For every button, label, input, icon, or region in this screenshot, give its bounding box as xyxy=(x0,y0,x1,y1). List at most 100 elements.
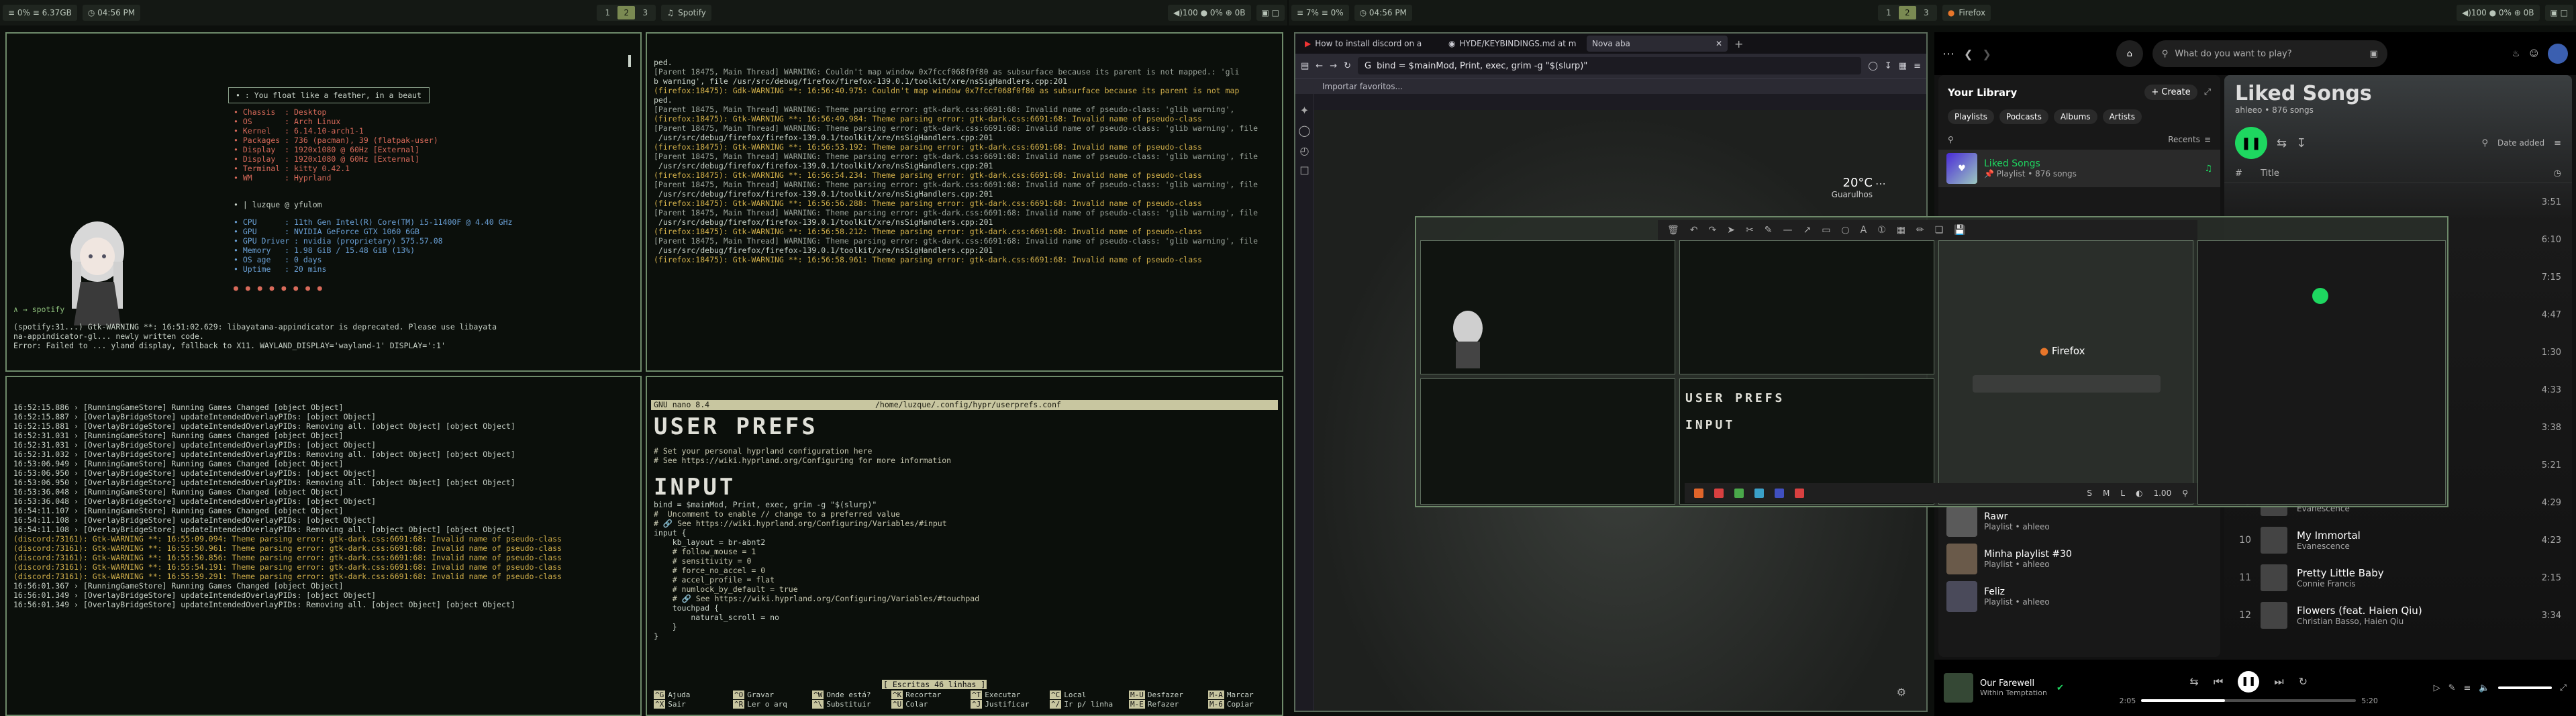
queue-icon[interactable]: ≡ xyxy=(2463,683,2471,693)
sidebar-icons[interactable]: ✦ ◯ ◴ ☐ xyxy=(1295,101,1314,181)
redo-icon[interactable]: ↷ xyxy=(1709,225,1717,236)
download-icon[interactable]: ↧ xyxy=(1885,61,1892,71)
color-swatch[interactable] xyxy=(1734,489,1744,498)
track-artist[interactable]: Christian Basso, Haien Qiu xyxy=(2297,617,2525,626)
library-item-liked-songs[interactable]: ♥ Liked Songs 📌 Playlist • 876 songs ♫ xyxy=(1938,150,2220,187)
previous-icon[interactable]: ⏮ xyxy=(2214,675,2223,688)
search-icon[interactable]: ⚲ xyxy=(2481,138,2488,148)
color-swatch[interactable] xyxy=(1754,489,1764,498)
arrow-icon[interactable]: ↗ xyxy=(1803,225,1811,236)
now-playing-view-icon[interactable]: ▷ xyxy=(2434,683,2440,693)
filter-artists[interactable]: Artists xyxy=(2102,109,2142,124)
size-large[interactable]: L xyxy=(2120,489,2125,498)
track-row[interactable]: 3:51 xyxy=(2224,183,2572,221)
number-icon[interactable]: ① xyxy=(1877,225,1886,236)
home-icon[interactable]: ⌂ xyxy=(2116,40,2143,67)
workspace-2[interactable]: 2 xyxy=(617,6,636,19)
rectangle-icon[interactable]: ▭ xyxy=(1822,225,1830,236)
audio-network-stats[interactable]: ◀)100 ● 0% ⊕ 0B xyxy=(2457,5,2540,21)
close-icon[interactable]: ✕ xyxy=(1716,39,1722,48)
tab-discord-guide[interactable]: ▶ How to install discord on a xyxy=(1299,36,1440,52)
nano-shortcut[interactable]: ^/Ir p/ linha xyxy=(1050,700,1117,709)
tab-keybindings[interactable]: ◉ HYDE/KEYBINDINGS.md at m xyxy=(1443,36,1584,52)
nano-shortcut[interactable]: ^O Gravar xyxy=(733,691,800,700)
marker-icon[interactable]: ✏ xyxy=(1916,225,1924,236)
notifications-icon[interactable]: ♨ xyxy=(2512,49,2520,59)
clock[interactable]: ◷ 04:56 PM xyxy=(82,5,141,21)
nano-shortcut[interactable]: M-6 Copiar xyxy=(1208,700,1275,709)
nano-body[interactable]: # Uncomment to enable // change to a pre… xyxy=(654,509,1275,641)
search-input[interactable]: ⚲ What do you want to play? ▣ xyxy=(2152,40,2387,67)
pen-icon[interactable]: ✎ xyxy=(1765,225,1773,236)
color-swatch[interactable] xyxy=(1775,489,1784,498)
now-playing-cover[interactable] xyxy=(1944,673,1973,703)
text-icon[interactable]: A xyxy=(1861,225,1867,236)
nano-shortcut[interactable]: ^K Recortar xyxy=(891,691,958,700)
undo-icon[interactable]: ↶ xyxy=(1690,225,1698,236)
next-icon[interactable]: ⏭ xyxy=(2274,675,2283,688)
library-item[interactable]: Rawr Playlist • ahleeo xyxy=(1938,503,2220,540)
liked-check-icon[interactable]: ✔ xyxy=(2057,683,2064,693)
color-swatch[interactable] xyxy=(1795,489,1804,498)
filter-playlists[interactable]: Playlists xyxy=(1948,109,1994,124)
weather-widget[interactable]: 20°C Guarulhos xyxy=(1832,176,1873,199)
nano-shortcut[interactable]: ^W Onde está? xyxy=(812,691,879,700)
workspace-3[interactable]: 3 xyxy=(636,6,654,19)
terminal-discord-log[interactable]: 16:52:15.886 › [RunningGameStore] Runnin… xyxy=(5,376,642,716)
workspace-3[interactable]: 3 xyxy=(1918,6,1935,19)
bind-line[interactable]: bind = $mainMod, Print, exec, grim -g "$… xyxy=(654,500,1275,509)
nano-shortcut[interactable]: M-E Refazer xyxy=(1129,700,1196,709)
terminal-nano-editor[interactable]: GNU nano 8.4/home/luzque/.config/hypr/us… xyxy=(646,376,1283,716)
shuffle-icon[interactable]: ⇆ xyxy=(2277,136,2287,150)
blur-icon[interactable]: ▦ xyxy=(1897,225,1905,236)
scrollbar[interactable] xyxy=(628,55,631,67)
list-icon[interactable]: ≡ xyxy=(2204,135,2211,144)
avatar[interactable] xyxy=(2548,44,2568,64)
track-row[interactable]: 10 My Immortal Evanescence 4:23 xyxy=(2224,521,2572,559)
import-bookmarks[interactable]: Importar favoritos... xyxy=(1322,82,1403,91)
extensions-icon[interactable]: ▦ xyxy=(1899,61,1907,71)
delete-icon[interactable]: 🗑 xyxy=(1667,225,1679,236)
nano-shortcut[interactable]: ^G Ajuda xyxy=(654,691,721,700)
copy-icon[interactable]: ❏ xyxy=(1935,225,1944,236)
track-title[interactable]: My Immortal xyxy=(2297,529,2525,542)
color-swatch[interactable] xyxy=(1714,489,1724,498)
clock[interactable]: ◷ 04:56 PM xyxy=(1354,5,1412,21)
forward-icon[interactable]: ❯ xyxy=(1982,48,1991,60)
settings-gear-icon[interactable]: ⚙ xyxy=(1897,686,1906,699)
volume-icon[interactable]: 🔈 xyxy=(2479,683,2489,693)
system-stats[interactable]: ≡ 7% ≡ 0% xyxy=(1291,5,1349,21)
shuffle-icon[interactable]: ⇆ xyxy=(2189,675,2198,688)
more-icon[interactable]: ⋯ xyxy=(1875,177,1886,190)
nano-shortcut[interactable]: ^X Sair xyxy=(654,700,721,709)
terminal-fetch[interactable]: • : You float like a feather, in a beaut… xyxy=(5,32,642,372)
system-stats[interactable]: ≡ 0% ≡ 6.37GB xyxy=(3,5,77,21)
save-icon[interactable]: 💾 xyxy=(1954,225,1965,236)
nano-shortcut[interactable]: M-U Desfazer xyxy=(1129,691,1196,700)
list-icon[interactable]: ≡ xyxy=(2554,138,2561,148)
search-icon[interactable]: ⚲ xyxy=(1948,135,1954,144)
lyrics-icon[interactable]: ✎ xyxy=(2448,683,2456,693)
url-bar[interactable]: Gbind = $mainMod, Print, exec, grim -g "… xyxy=(1358,57,1862,74)
workspace-overview-overlay[interactable]: USER PREFS INPUT ● Firefox 🗑 ↶ ↷ ➤ ✂ ✎ —… xyxy=(1415,216,2448,507)
track-row[interactable]: 11 Pretty Little Baby Connie Francis 2:15 xyxy=(2224,559,2572,597)
overview-thumb-spotify[interactable] xyxy=(2197,240,2446,505)
reload-icon[interactable]: ↻ xyxy=(1344,61,1351,71)
forward-icon[interactable]: → xyxy=(1330,61,1337,71)
now-playing-artist[interactable]: Within Temptation xyxy=(1980,688,2047,697)
friends-icon[interactable]: ☺ xyxy=(2529,49,2538,59)
tab-new-tab[interactable]: Nova aba ✕ xyxy=(1587,36,1728,52)
opacity-icon[interactable]: ◐ xyxy=(2136,489,2142,498)
nano-shortcut[interactable]: ^T Executar xyxy=(971,691,1038,700)
nano-shortcut[interactable]: M-A Marcar xyxy=(1208,691,1275,700)
nano-shortcut[interactable]: ^J Justificar xyxy=(971,700,1038,709)
track-title[interactable]: Pretty Little Baby xyxy=(2297,567,2525,579)
tray[interactable]: ▣ □ xyxy=(2544,5,2574,21)
expand-icon[interactable]: ⤢ xyxy=(2204,87,2211,97)
workspace-1[interactable]: 1 xyxy=(1880,6,1897,19)
back-icon[interactable]: ❮ xyxy=(1964,48,1973,60)
nano-shortcut[interactable]: ^C Local xyxy=(1050,691,1117,700)
color-swatch[interactable] xyxy=(1694,489,1703,498)
zoom-value[interactable]: 1.00 xyxy=(2153,489,2171,498)
sort-dropdown[interactable]: Date added xyxy=(2497,138,2544,148)
